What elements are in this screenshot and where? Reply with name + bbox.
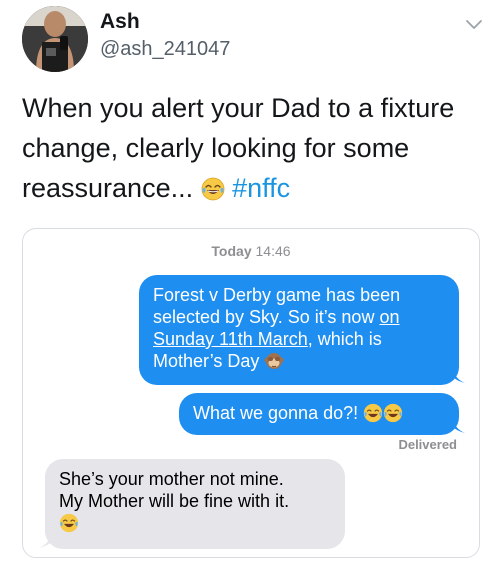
message-line: Forest v Derby game has been [153, 285, 401, 305]
tears-of-joy-icon [383, 403, 403, 423]
attached-screenshot[interactable]: Today 14:46 Forest v Derby game has been… [22, 228, 480, 558]
tears-of-joy-icon [363, 403, 383, 423]
tweet-text: When you alert your Dad to a fixture cha… [22, 88, 482, 208]
user-handle[interactable]: @ash_241047 [100, 38, 230, 61]
message-line: My Mother will be fine with it. [59, 491, 290, 511]
tweet-text-line: When you alert your Dad to a fixture [22, 93, 455, 123]
bubble-tail [39, 534, 51, 548]
tweet-text-line: change, clearly looking for some [22, 133, 410, 163]
message-line: selected by Sky. So it’s now [153, 307, 380, 327]
tears-of-joy-icon [201, 177, 225, 201]
hashtag-link[interactable]: #nffc [232, 173, 290, 203]
message-timestamp: Today 14:46 [23, 243, 479, 259]
bubble-tail [453, 419, 465, 433]
see-no-evil-monkey-icon [264, 353, 285, 369]
tears-of-joy-icon [59, 513, 79, 533]
message-line: Sunday 11th March, which is [153, 328, 445, 350]
tweet-text-line: reassurance... #nffc [22, 168, 482, 208]
sent-message-bubble: Forest v Derby game has been selected by… [139, 275, 459, 385]
avatar-photo [22, 6, 88, 72]
message-line: What we gonna do?! [193, 402, 445, 424]
date-link[interactable]: Sunday 11th March [153, 329, 308, 349]
tweet-text-line: reassurance... [22, 173, 194, 203]
message-line: Mother’s Day [153, 351, 260, 371]
message-line: selected by Sky. So it’s now on [153, 306, 445, 328]
tweet-header: Ash @ash_241047 [0, 0, 502, 80]
display-name[interactable]: Ash [100, 10, 140, 34]
date-link[interactable]: on [379, 307, 399, 327]
message-line [59, 512, 331, 534]
message-line: Mother’s Day [153, 350, 445, 372]
bubble-tail [453, 369, 465, 383]
received-message-bubble: She’s your mother not mine. My Mother wi… [45, 459, 345, 549]
message-line: She’s your mother not mine. [59, 469, 284, 489]
message-line: , which is [307, 329, 382, 349]
avatar[interactable] [22, 6, 88, 72]
chevron-down-icon[interactable] [464, 14, 484, 34]
timestamp-time: 14:46 [255, 243, 291, 259]
delivered-status: Delivered [398, 437, 457, 452]
timestamp-day: Today [211, 243, 252, 259]
sent-message-bubble: What we gonna do?! [179, 393, 459, 435]
message-line: What we gonna do?! [193, 403, 359, 423]
